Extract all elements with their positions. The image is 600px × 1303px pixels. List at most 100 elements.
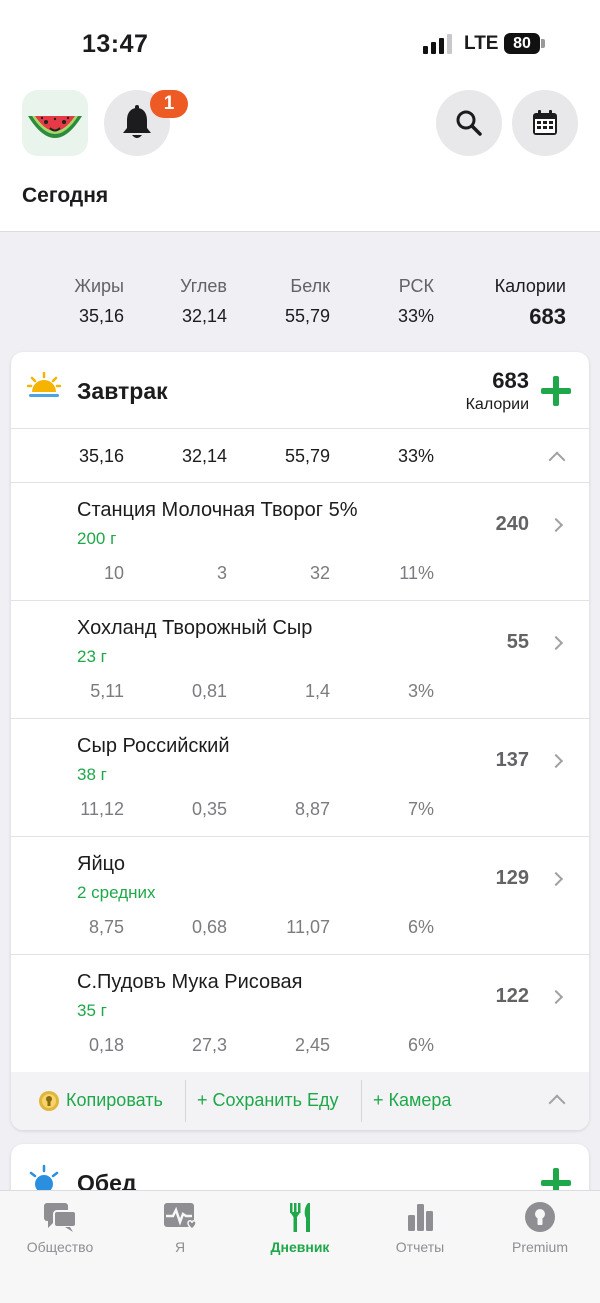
tab-label: Общество <box>26 1239 94 1255</box>
food-protein: 8,87 <box>294 799 330 819</box>
premium-coin-icon <box>39 1091 59 1111</box>
tab-community[interactable]: Общество <box>0 1191 120 1271</box>
fork-knife-icon <box>290 1203 310 1232</box>
food-protein: 1,4 <box>304 681 330 701</box>
food-calories: 122 <box>495 985 529 1007</box>
search-button[interactable] <box>436 90 502 156</box>
tab-reports[interactable]: Отчеты <box>360 1191 480 1271</box>
tab-label: Дневник <box>270 1239 330 1255</box>
summary-carbs-label: Углев <box>180 276 227 296</box>
divider <box>11 428 589 429</box>
watermelon-logo[interactable] <box>22 90 88 156</box>
chevron-right-icon <box>548 753 564 769</box>
food-fat: 10 <box>103 563 124 583</box>
summary-rsk-value: 33% <box>397 306 434 326</box>
food-carbs: 0,81 <box>191 681 227 701</box>
calendar-icon <box>533 110 557 135</box>
tab-diary[interactable]: Дневник <box>240 1191 360 1271</box>
food-fat: 11,12 <box>80 799 124 819</box>
chevron-right-icon <box>548 989 564 1005</box>
chevron-right-icon <box>548 635 564 651</box>
breakfast-total-protein: 55,79 <box>284 446 330 466</box>
food-name: С.Пудовъ Мука Рисовая <box>77 971 303 993</box>
breakfast-total-fat: 35,16 <box>78 446 124 466</box>
breakfast-total-carbs: 32,14 <box>181 446 227 466</box>
breakfast-calories-label: Калории <box>465 396 529 413</box>
food-fat: 0,18 <box>88 1035 124 1055</box>
page-title: Сегодня <box>22 184 109 207</box>
action-separator <box>361 1080 362 1122</box>
notification-badge: 1 <box>150 90 188 118</box>
food-fat: 8,75 <box>88 917 124 937</box>
breakfast-calories: 683 <box>492 368 529 393</box>
premium-icon <box>525 1202 555 1232</box>
food-name: Хохланд Творожный Сыр <box>77 617 313 639</box>
food-rsk: 6% <box>407 917 434 937</box>
food-item[interactable]: Сыр Российский 38 г 137 11,12 0,35 8,87 … <box>11 719 589 836</box>
food-calories: 129 <box>495 867 529 889</box>
food-carbs: 27,3 <box>191 1035 227 1055</box>
summary-fat-label: Жиры <box>74 276 124 296</box>
battery-icon: 80 <box>504 33 540 54</box>
action-separator <box>185 1080 186 1122</box>
collapse-actions-chevron-icon[interactable] <box>548 1094 566 1112</box>
tab-me[interactable]: Я <box>120 1191 240 1271</box>
calendar-button[interactable] <box>512 90 578 156</box>
food-quantity: 35 г <box>77 1001 107 1020</box>
food-name: Сыр Российский <box>77 735 230 757</box>
network-label: LTE <box>464 33 499 54</box>
diary-content: Жиры Углев Белк РСК Калории 35,16 32,14 … <box>0 231 600 1224</box>
tab-label: Я <box>174 1239 186 1255</box>
food-quantity: 2 средних <box>77 883 156 902</box>
food-item[interactable]: Станция Молочная Творог 5% 200 г 240 10 … <box>11 483 589 600</box>
food-fat: 5,11 <box>90 681 124 701</box>
chevron-right-icon <box>548 517 564 533</box>
food-protein: 32 <box>309 563 330 583</box>
food-item[interactable]: С.Пудовъ Мука Рисовая 35 г 122 0,18 27,3… <box>11 955 589 1072</box>
food-rsk: 3% <box>407 681 434 701</box>
tab-label: Premium <box>511 1239 568 1255</box>
status-time: 13:47 <box>82 30 149 58</box>
tab-bar: Общество Я Дневник Отчеты Premium <box>0 1190 600 1303</box>
collapse-chevron-icon[interactable] <box>548 451 566 469</box>
food-protein: 11,07 <box>286 917 330 937</box>
bell-icon <box>123 105 151 138</box>
food-rsk: 6% <box>407 1035 434 1055</box>
breakfast-total-rsk: 33% <box>397 446 434 466</box>
status-bar: 13:47 LTE 80 <box>0 0 600 80</box>
food-carbs: 0,35 <box>191 799 227 819</box>
food-calories: 137 <box>495 749 529 771</box>
summary-calories-value: 683 <box>529 304 566 329</box>
sunrise-icon <box>27 372 61 397</box>
add-food-breakfast-button[interactable] <box>541 376 571 406</box>
food-item[interactable]: Яйцо 2 средних 129 8,75 0,68 11,07 6% <box>11 837 589 954</box>
food-quantity: 23 г <box>77 647 107 666</box>
save-food-button[interactable]: + Сохранить Еду <box>197 1090 338 1111</box>
breakfast-card: Завтрак 683 Калории 35,16 32,14 55,79 33… <box>11 352 589 1130</box>
food-calories: 55 <box>506 631 529 653</box>
food-protein: 2,45 <box>294 1035 330 1055</box>
tab-label: Отчеты <box>395 1239 445 1255</box>
battery-tip <box>541 39 545 48</box>
copy-button[interactable]: Копировать <box>66 1090 163 1111</box>
summary-protein-value: 55,79 <box>284 306 330 326</box>
food-carbs: 3 <box>216 563 227 583</box>
summary-carbs-value: 32,14 <box>181 306 227 326</box>
tab-premium[interactable]: Premium <box>480 1191 600 1271</box>
food-name: Яйцо <box>77 853 125 875</box>
food-name: Станция Молочная Творог 5% <box>77 499 358 521</box>
bar-chart-icon <box>408 1204 433 1231</box>
search-icon <box>456 110 482 136</box>
food-quantity: 200 г <box>77 529 117 548</box>
food-quantity: 38 г <box>77 765 107 784</box>
meal-actions-bar: Копировать + Сохранить Еду + Камера <box>11 1072 589 1130</box>
food-carbs: 0,68 <box>191 917 227 937</box>
meal-title-breakfast[interactable]: Завтрак <box>77 378 168 405</box>
food-rsk: 7% <box>407 799 434 819</box>
food-rsk: 11% <box>399 563 434 583</box>
food-item[interactable]: Хохланд Творожный Сыр 23 г 55 5,11 0,81 … <box>11 601 589 718</box>
food-calories: 240 <box>495 513 529 535</box>
signal-icon <box>423 34 453 54</box>
summary-protein-label: Белк <box>290 276 330 296</box>
camera-button[interactable]: + Камера <box>373 1090 451 1111</box>
